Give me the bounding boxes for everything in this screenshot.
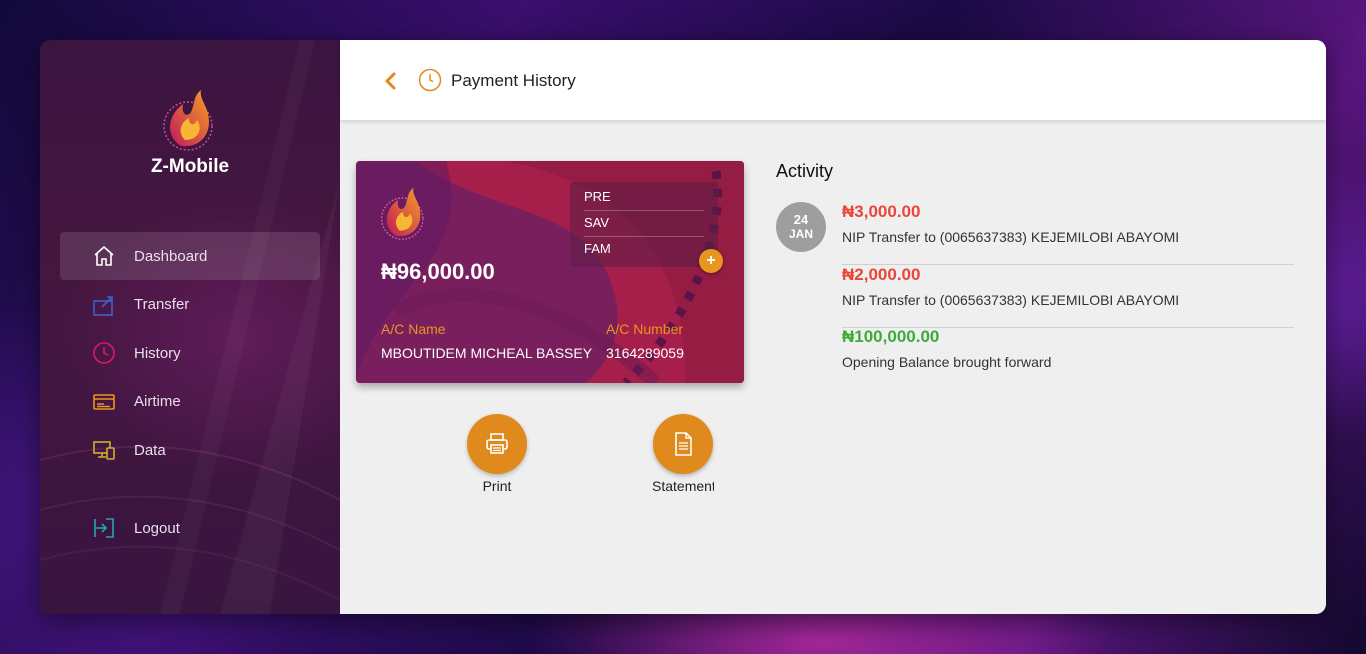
account-balance: ₦96,000.00 — [381, 259, 495, 284]
statement-button[interactable]: Statement — [638, 414, 728, 494]
account-number-label: A/C Number — [606, 321, 684, 337]
sidebar-item-dashboard[interactable]: Dashboard — [60, 232, 320, 280]
activity-title: Activity — [776, 161, 834, 181]
clock-icon — [91, 340, 117, 366]
home-icon — [91, 243, 117, 269]
transaction-description: NIP Transfer to (0065637383) KEJEMILOBI … — [842, 292, 1180, 308]
transaction-amount: ₦100,000.00 — [842, 327, 940, 346]
devices-icon — [91, 437, 117, 463]
account-type-pre[interactable]: PRE — [584, 184, 704, 211]
back-arrow-icon[interactable] — [380, 70, 400, 92]
card-icon — [91, 389, 117, 415]
print-icon — [467, 414, 527, 474]
brand-logo — [163, 90, 213, 151]
account-name-label: A/C Name — [381, 321, 446, 337]
transaction-description: Opening Balance brought forward — [842, 354, 1052, 370]
transaction-amount: ₦3,000.00 — [842, 202, 921, 221]
logout-icon — [91, 515, 117, 541]
account-name-value: MBOUTIDEM MICHEAL BASSEY — [381, 345, 593, 361]
sidebar-nav: Dashboard Transfer History Airtime Data … — [60, 232, 320, 553]
sidebar-item-label: Data — [134, 441, 166, 459]
main-content: Payment History ₦96,000.00 PRE SAV FAM +… — [340, 40, 1326, 614]
logout-label: Logout — [134, 519, 180, 537]
sidebar-item-history[interactable]: History — [60, 329, 320, 377]
sidebar-item-label: History — [134, 344, 181, 362]
transaction-amount: ₦2,000.00 — [842, 265, 921, 284]
sidebar-item-label: Dashboard — [134, 247, 208, 265]
sidebar-item-airtime[interactable]: Airtime — [60, 378, 320, 426]
date-badge: 24 JAN — [776, 202, 826, 252]
document-icon — [653, 414, 713, 474]
brand-name: Z-Mobile — [150, 156, 230, 177]
sidebar-item-label: Airtime — [134, 393, 181, 410]
account-type-sav[interactable]: SAV — [584, 210, 704, 237]
statement-label: Statement — [652, 478, 714, 494]
transaction-item[interactable]: ₦100,000.00 Opening Balance brought forw… — [842, 327, 1294, 389]
sidebar: Z-Mobile Dashboard Transfer History Airt… — [40, 40, 340, 614]
account-type-fam[interactable]: FAM — [584, 236, 704, 262]
transaction-item[interactable]: ₦2,000.00 NIP Transfer to (0065637383) K… — [842, 265, 1294, 328]
print-label: Print — [482, 478, 512, 494]
header-bar: Payment History — [340, 40, 1326, 120]
sidebar-item-data[interactable]: Data — [60, 426, 320, 474]
sidebar-item-transfer[interactable]: Transfer — [60, 281, 320, 329]
logout-button[interactable]: Logout — [60, 504, 320, 552]
clock-icon — [418, 68, 442, 92]
print-button[interactable]: Print — [452, 414, 542, 494]
app-window: Z-Mobile Dashboard Transfer History Airt… — [40, 40, 1326, 614]
account-card: ₦96,000.00 PRE SAV FAM + A/C Name MBOUTI… — [356, 161, 744, 383]
date-month: JAN — [788, 227, 813, 241]
transaction-item[interactable]: ₦3,000.00 NIP Transfer to (0065637383) K… — [842, 202, 1294, 265]
transaction-description: NIP Transfer to (0065637383) KEJEMILOBI … — [842, 229, 1180, 245]
transfer-icon — [91, 292, 117, 318]
account-number-value: 3164289059 — [606, 345, 684, 361]
page-title: Payment History — [451, 71, 576, 90]
sidebar-item-label: Transfer — [134, 296, 190, 313]
add-account-button[interactable]: + — [699, 249, 723, 273]
date-day: 24 — [793, 212, 809, 227]
account-type-list: PRE SAV FAM — [570, 182, 718, 267]
brand-logo — [381, 187, 424, 240]
